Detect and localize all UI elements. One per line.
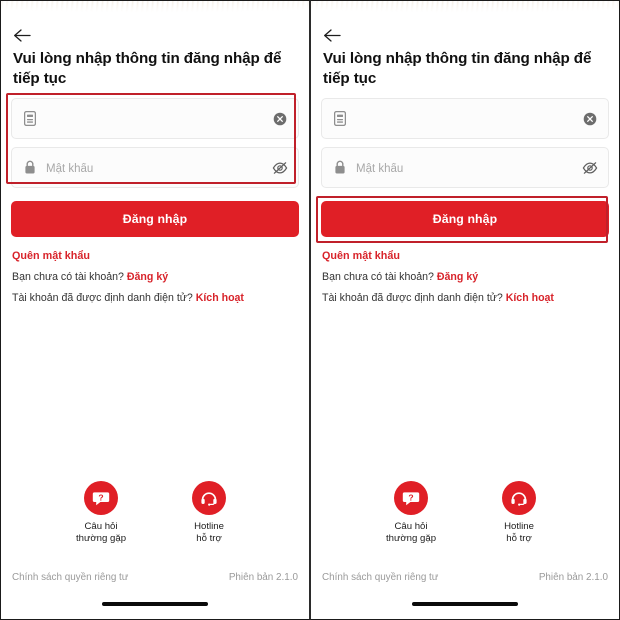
home-indicator [102,602,208,606]
clear-circle-icon[interactable] [581,110,599,128]
username-input[interactable] [356,113,581,126]
top-decorative-pattern [1,1,309,27]
forgot-password-link[interactable]: Quên mật khẩu [12,250,90,262]
hotline-label: Hotline hỗ trợ [194,521,224,545]
faq-label: Câu hỏi thường gặp [75,521,127,545]
verified-account-label: Tài khoản đã được định danh điện tử? [12,291,193,304]
eye-off-icon[interactable] [271,159,289,177]
page-title: Vui lòng nhập thông tin đăng nhập để tiế… [323,50,592,88]
no-account-label: Bạn chưa có tài khoản? [322,270,434,283]
register-row: Bạn chưa có tài khoản? Đăng ký [12,271,299,284]
help-shortcuts: ? Câu hỏi thường gặp Hotline hỗ trợ [1,481,309,546]
app-version-label: Phiên bản 2.1.0 [538,572,608,583]
svg-text:?: ? [408,492,413,502]
phone-screen-right: Vui lòng nhập thông tin đăng nhập để tiế… [310,0,620,620]
password-field-row[interactable] [321,147,609,188]
hotline-shortcut[interactable]: Hotline hỗ trợ [483,481,555,546]
login-button[interactable]: Đăng nhập [11,201,299,237]
faq-shortcut[interactable]: ? Câu hỏi thường gặp [65,481,137,546]
footer-bar: Chính sách quyền riêng tư Phiên bản 2.1.… [12,572,298,583]
faq-shortcut[interactable]: ? Câu hỏi thường gặp [375,481,447,546]
login-button-wrapper: Đăng nhập [11,201,299,237]
page-title: Vui lòng nhập thông tin đăng nhập để tiế… [13,50,282,88]
id-card-icon [23,111,37,127]
headset-support-icon [192,481,226,515]
lock-icon [23,160,37,176]
password-input[interactable] [356,162,581,175]
login-button-wrapper: Đăng nhập [321,201,609,237]
faq-label: Câu hỏi thường gặp [385,521,437,545]
back-arrow-icon [13,28,32,43]
login-form [321,98,609,196]
privacy-policy-link[interactable]: Chính sách quyền riêng tư [322,572,438,583]
home-indicator [412,602,518,606]
screenshot-root: Vui lòng nhập thông tin đăng nhập để tiế… [0,0,620,620]
username-input-wrapper[interactable] [347,110,581,128]
username-field-row[interactable] [11,98,299,139]
top-decorative-pattern [311,1,619,27]
back-arrow-icon [323,28,342,43]
activate-link[interactable]: Kích hoạt [506,292,554,304]
help-shortcuts: ? Câu hỏi thường gặp Hotline hỗ trợ [311,481,619,546]
app-version-label: Phiên bản 2.1.0 [228,572,298,583]
footer-bar: Chính sách quyền riêng tư Phiên bản 2.1.… [322,572,608,583]
register-row: Bạn chưa có tài khoản? Đăng ký [322,271,609,284]
password-input-wrapper[interactable] [347,159,581,177]
lock-icon [333,160,347,176]
password-input-wrapper[interactable] [37,159,271,177]
headset-support-icon [502,481,536,515]
back-button[interactable] [323,23,353,47]
username-field-row[interactable] [321,98,609,139]
eye-off-icon[interactable] [581,159,599,177]
svg-text:?: ? [98,492,103,502]
clear-circle-icon[interactable] [271,110,289,128]
privacy-policy-link[interactable]: Chính sách quyền riêng tư [12,572,128,583]
hotline-label: Hotline hỗ trợ [504,521,534,545]
password-input[interactable] [46,162,271,175]
back-button[interactable] [13,23,43,47]
username-input[interactable] [46,113,271,126]
phone-screen-left: Vui lòng nhập thông tin đăng nhập để tiế… [0,0,310,620]
forgot-password-row: Quên mật khẩu [322,250,609,263]
forgot-password-link[interactable]: Quên mật khẩu [322,250,400,262]
auth-links: Quên mật khẩu Bạn chưa có tài khoản? Đăn… [322,250,609,304]
username-input-wrapper[interactable] [37,110,271,128]
question-bubble-icon: ? [84,481,118,515]
activate-row: Tài khoản đã được định danh điện tử? Kíc… [322,292,609,305]
login-form [11,98,299,196]
hotline-shortcut[interactable]: Hotline hỗ trợ [173,481,245,546]
question-bubble-icon: ? [394,481,428,515]
register-link[interactable]: Đăng ký [127,271,168,283]
verified-account-label: Tài khoản đã được định danh điện tử? [322,291,503,304]
auth-links: Quên mật khẩu Bạn chưa có tài khoản? Đăn… [12,250,299,304]
no-account-label: Bạn chưa có tài khoản? [12,270,124,283]
id-card-icon [333,111,347,127]
password-field-row[interactable] [11,147,299,188]
activate-row: Tài khoản đã được định danh điện tử? Kíc… [12,292,299,305]
forgot-password-row: Quên mật khẩu [12,250,299,263]
register-link[interactable]: Đăng ký [437,271,478,283]
activate-link[interactable]: Kích hoạt [196,292,244,304]
login-button[interactable]: Đăng nhập [321,201,609,237]
